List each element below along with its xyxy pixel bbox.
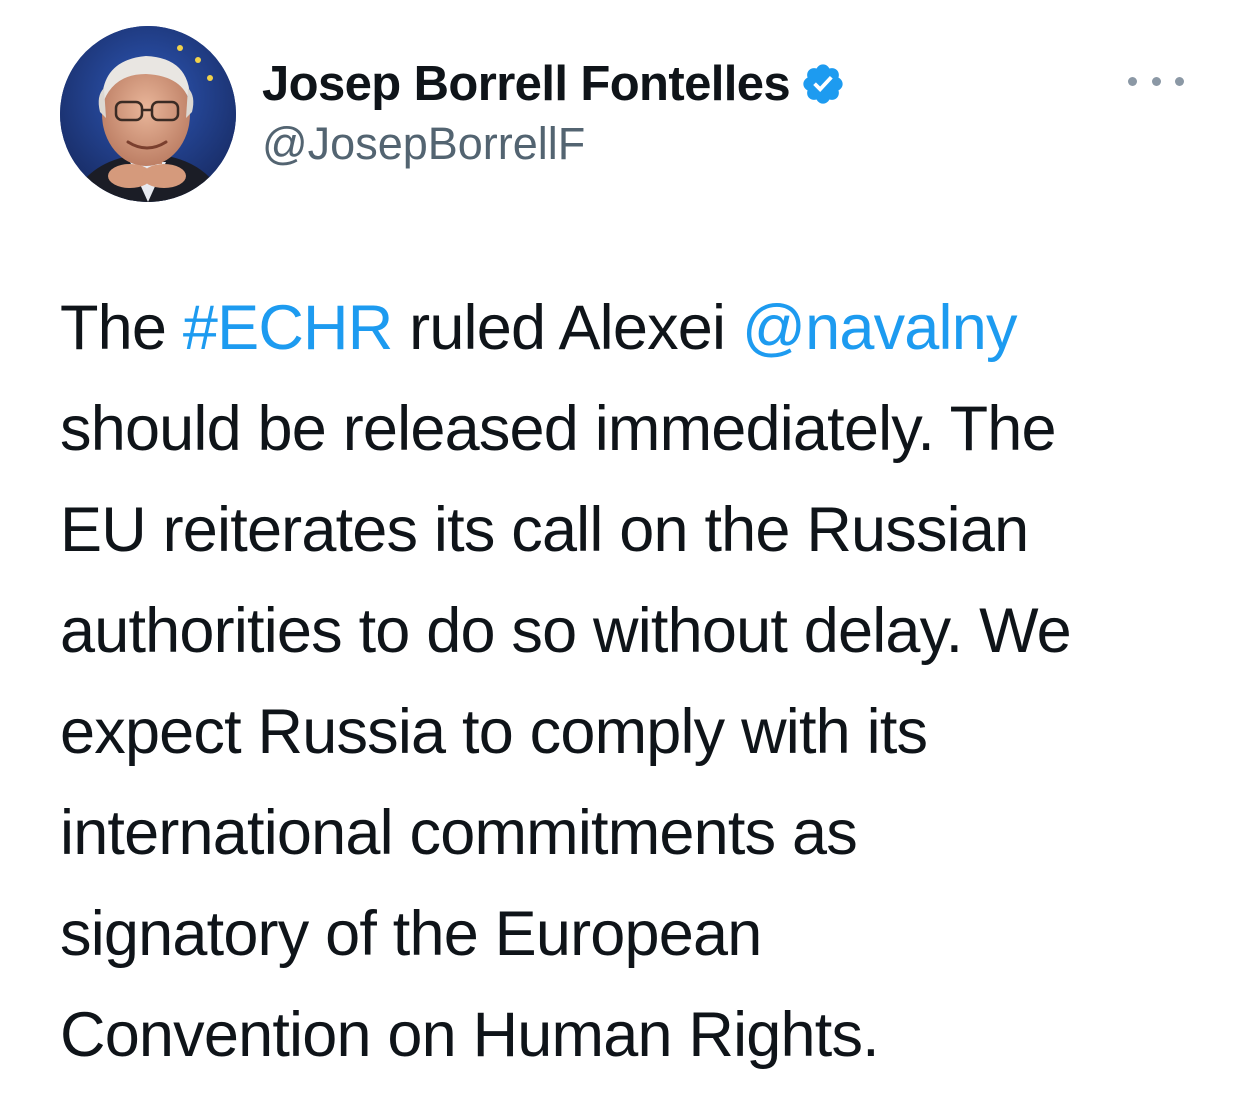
tweet-text-segment: The bbox=[60, 293, 183, 363]
tweet-card: Josep Borrell Fontelles @JosepBorrellF T… bbox=[0, 0, 1242, 1108]
more-options-button[interactable] bbox=[1128, 66, 1184, 96]
avatar[interactable] bbox=[60, 26, 236, 202]
tweet-text: The #ECHR ruled Alexei @navalny should be… bbox=[60, 278, 1210, 1086]
tweet-text-segment: expect Russia to comply with its bbox=[60, 697, 928, 767]
tweet-text-segment: authorities to do so without delay. We bbox=[60, 596, 1072, 666]
tweet-text-line: international commitments as bbox=[60, 783, 1210, 884]
tweet-text-segment: international commitments as bbox=[60, 798, 858, 868]
author-handle[interactable]: @JosepBorrellF bbox=[262, 118, 585, 170]
verified-badge-icon bbox=[800, 61, 846, 107]
tweet-text-segment: signatory of the European bbox=[60, 899, 762, 969]
author-name-row: Josep Borrell Fontelles bbox=[262, 54, 846, 114]
mention-link[interactable]: @navalny bbox=[742, 293, 1018, 363]
tweet-text-segment: should be released immediately. The bbox=[60, 394, 1057, 464]
tweet-text-line: EU reiterates its call on the Russian bbox=[60, 480, 1210, 581]
tweet-text-segment: ruled Alexei bbox=[392, 293, 742, 363]
profile-photo bbox=[60, 26, 236, 202]
author-display-name[interactable]: Josep Borrell Fontelles bbox=[262, 56, 791, 112]
tweet-text-line: authorities to do so without delay. We bbox=[60, 581, 1210, 682]
more-horizontal-icon bbox=[1151, 76, 1161, 86]
tweet-text-segment: EU reiterates its call on the Russian bbox=[60, 495, 1029, 565]
more-horizontal-icon bbox=[1128, 76, 1137, 86]
tweet-text-segment: Convention on Human Rights. bbox=[60, 1000, 880, 1070]
tweet-text-line: Convention on Human Rights. bbox=[60, 985, 1210, 1086]
tweet-text-line: signatory of the European bbox=[60, 884, 1210, 985]
more-horizontal-icon bbox=[1175, 76, 1184, 86]
tweet-text-line: expect Russia to comply with its bbox=[60, 682, 1210, 783]
hashtag-link[interactable]: #ECHR bbox=[183, 293, 393, 363]
tweet-text-line: The #ECHR ruled Alexei @navalny bbox=[60, 278, 1210, 379]
tweet-text-line: should be released immediately. The bbox=[60, 379, 1210, 480]
